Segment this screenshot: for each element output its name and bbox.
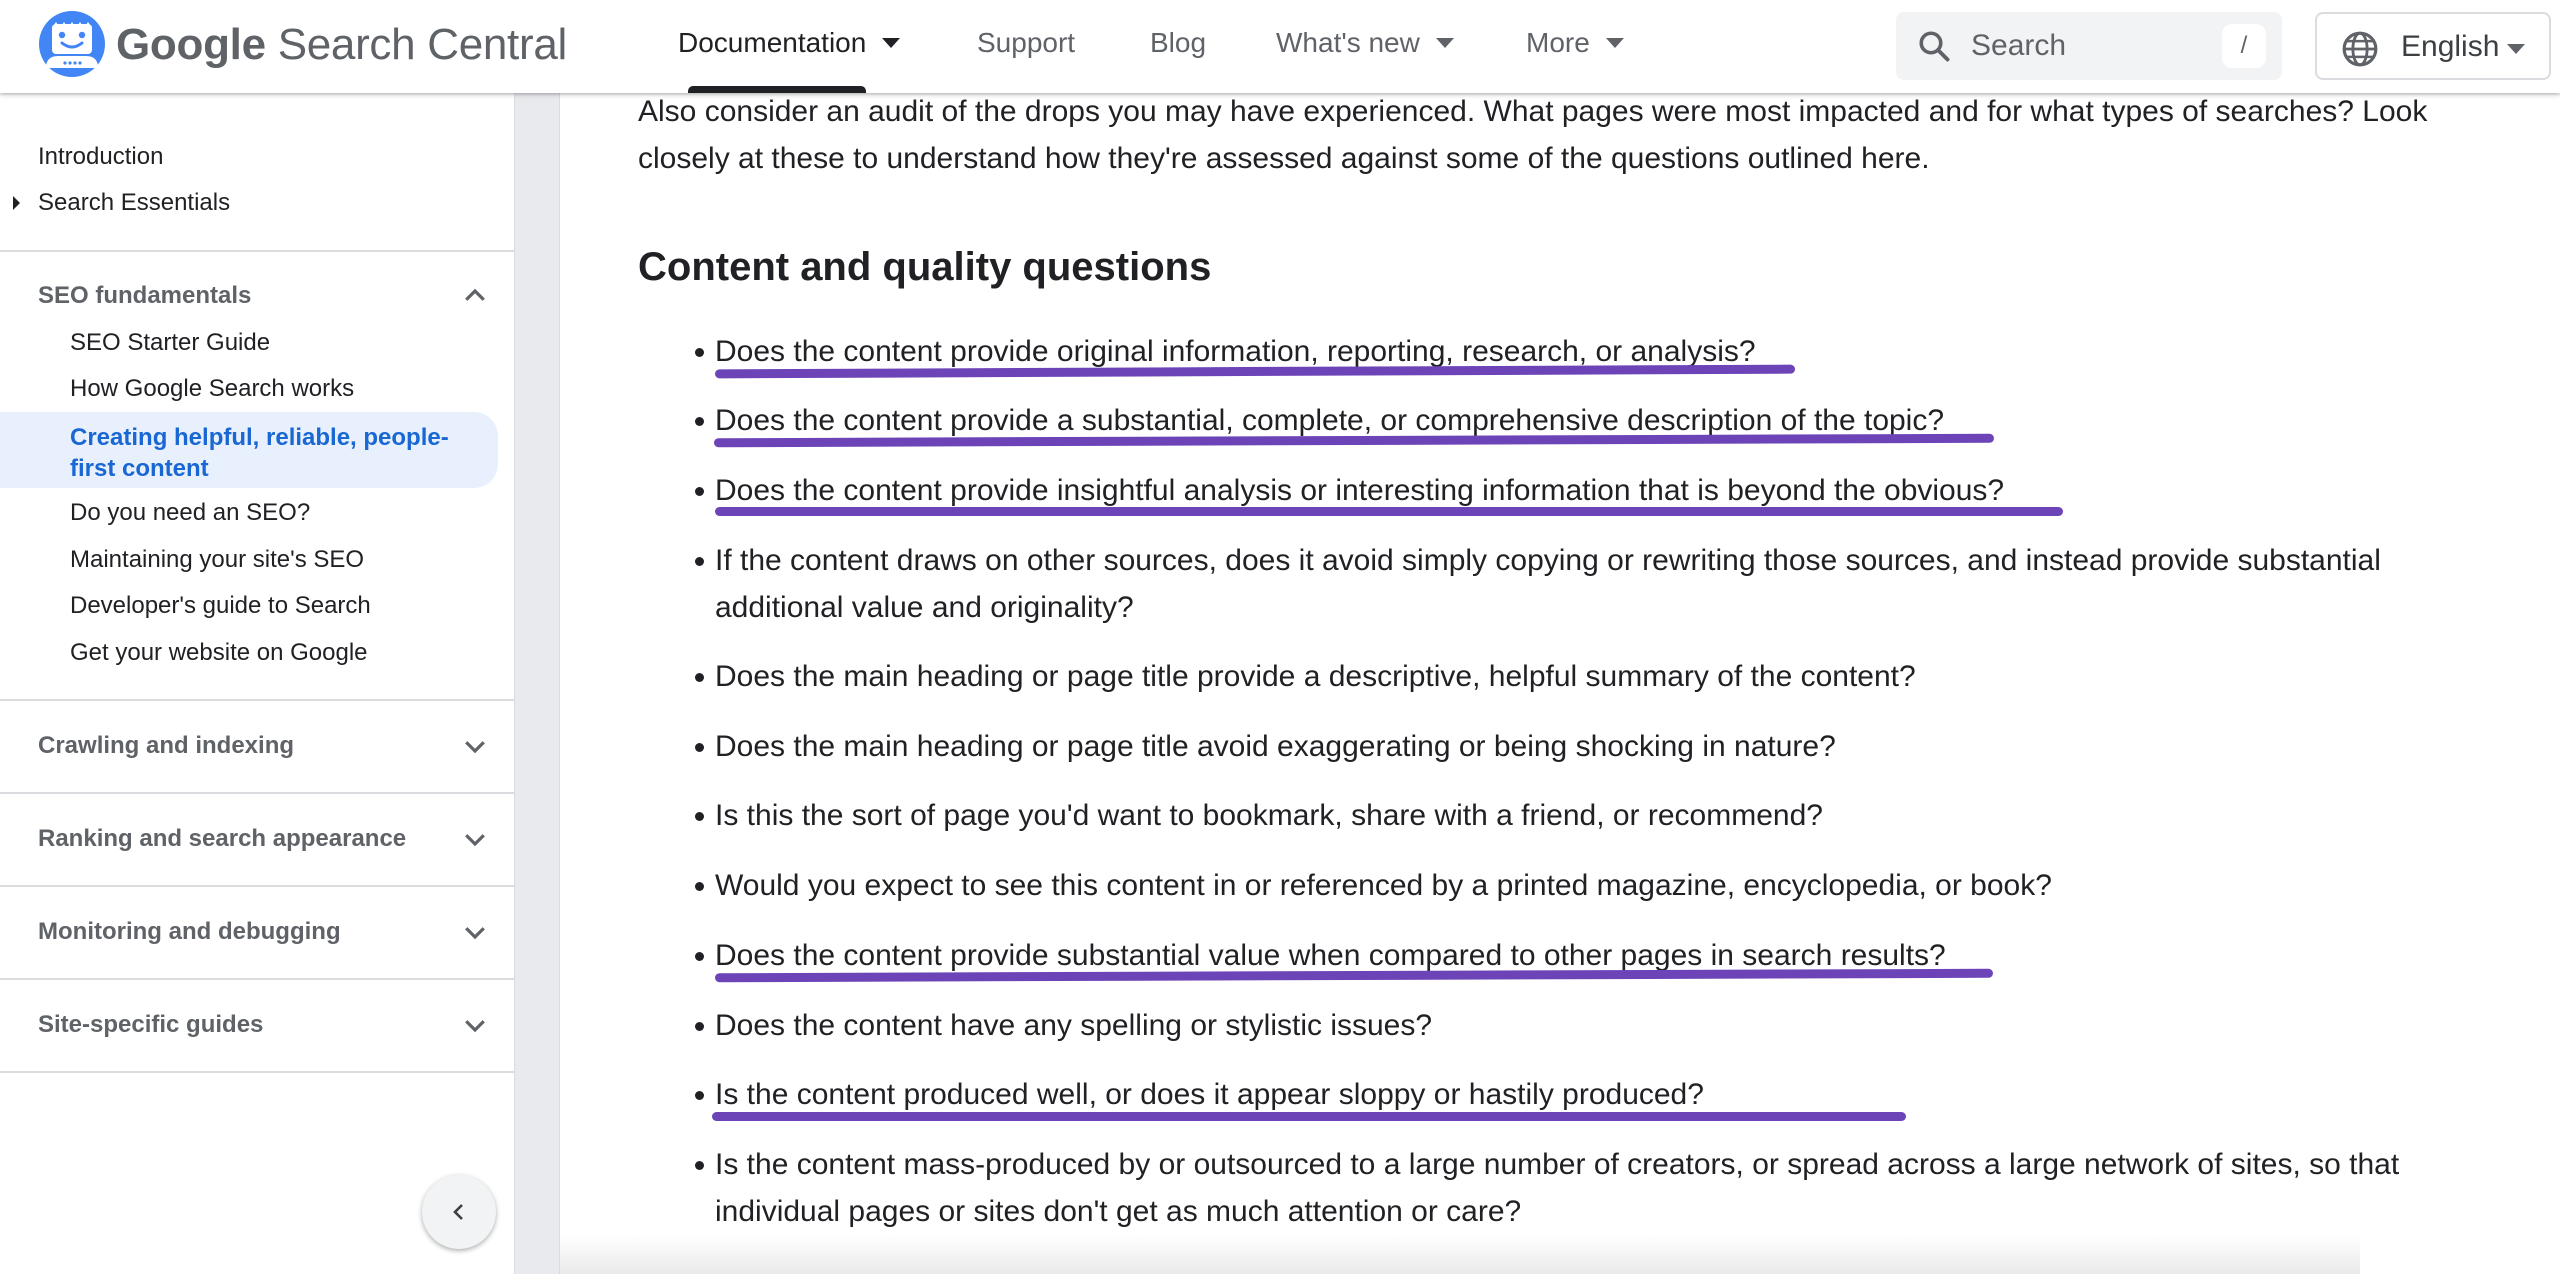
search-box[interactable]: / <box>1896 12 2282 80</box>
question-item: Does the content have any spelling or st… <box>695 1002 2505 1049</box>
expand-arrow-icon[interactable] <box>13 196 20 210</box>
sidebar-item-introduction[interactable]: Introduction <box>38 143 163 171</box>
search-central-logo-icon[interactable] <box>38 10 106 78</box>
sidebar-nav: Introduction Search Essentials SEO funda… <box>0 93 514 1274</box>
section-heading: Content and quality questions <box>638 245 1212 289</box>
collapse-sidebar-button[interactable] <box>422 1175 496 1249</box>
question-item: Is the content mass-produced by or outso… <box>695 1141 2505 1235</box>
sidebar-section-monitoring-debugging[interactable]: Monitoring and debugging <box>38 918 341 946</box>
nav-blog-label: Blog <box>1150 27 1207 58</box>
highlight-underline <box>715 507 2063 516</box>
caret-down-icon <box>882 37 901 48</box>
question-item: Does the main heading or page title avoi… <box>695 723 2505 770</box>
chevron-left-icon <box>453 1204 463 1220</box>
caret-down-icon <box>1435 37 1454 48</box>
question-item: If the content draws on other sources, d… <box>695 537 2505 631</box>
highlight-underline <box>712 1112 1906 1121</box>
nav-more[interactable]: More <box>1526 27 1624 59</box>
sidebar-item-get-website-on-google[interactable]: Get your website on Google <box>70 639 368 667</box>
sidebar-section-seo-fundamentals[interactable]: SEO fundamentals <box>38 282 251 310</box>
nav-documentation-label: Documentation <box>678 27 867 58</box>
nav-whats-new-label: What's new <box>1276 27 1420 58</box>
nav-blog[interactable]: Blog <box>1150 27 1206 59</box>
nav-support[interactable]: Support <box>977 27 1075 59</box>
sidebar-item-developers-guide[interactable]: Developer's guide to Search <box>70 592 371 620</box>
sidebar-item-how-search-works[interactable]: How Google Search works <box>70 375 354 403</box>
sidebar-section-crawling-indexing[interactable]: Crawling and indexing <box>38 732 294 760</box>
chevron-down-icon[interactable] <box>460 917 490 947</box>
search-input[interactable] <box>1971 12 2201 80</box>
sidebar-section-site-specific-guides[interactable]: Site-specific guides <box>38 1011 263 1039</box>
main-content: Also consider an audit of the drops you … <box>560 93 2560 1274</box>
language-label: English <box>2401 30 2500 63</box>
sidebar-gutter <box>514 93 560 1274</box>
brand-title[interactable]: Google Search Central <box>116 20 567 70</box>
nav-documentation[interactable]: Documentation <box>678 27 901 59</box>
brand-search-central: Search Central <box>265 20 568 69</box>
sidebar-section-ranking-appearance[interactable]: Ranking and search appearance <box>38 825 406 853</box>
sidebar-divider <box>0 978 514 980</box>
question-item: Is the content produced well, or does it… <box>695 1071 2505 1118</box>
search-icon <box>1919 31 1950 62</box>
nav-whats-new[interactable]: What's new <box>1276 27 1454 59</box>
sidebar-item-seo-starter-guide[interactable]: SEO Starter Guide <box>70 329 270 357</box>
sidebar-item-do-you-need-seo[interactable]: Do you need an SEO? <box>70 499 310 527</box>
sidebar-divider <box>0 1071 514 1073</box>
sidebar-item-helpful-content[interactable]: Creating helpful, reliable, people-first… <box>70 422 470 484</box>
sidebar-divider <box>0 699 514 701</box>
active-nav-indicator <box>688 86 866 93</box>
nav-more-label: More <box>1526 27 1590 58</box>
top-header: Google Search Central Documentation Supp… <box>0 0 2560 93</box>
question-item: Would you expect to see this content in … <box>695 862 2505 909</box>
sidebar-item-maintaining-seo[interactable]: Maintaining your site's SEO <box>70 546 364 574</box>
search-shortcut-hint: / <box>2222 24 2266 68</box>
chevron-down-icon[interactable] <box>460 824 490 854</box>
sidebar-divider <box>0 792 514 794</box>
sidebar-divider <box>0 250 514 252</box>
question-item: Is this the sort of page you'd want to b… <box>695 792 2505 839</box>
globe-icon <box>2342 31 2378 67</box>
chevron-down-icon[interactable] <box>460 731 490 761</box>
chevron-up-icon[interactable] <box>460 281 490 311</box>
nav-support-label: Support <box>977 27 1076 58</box>
sidebar-divider <box>0 885 514 887</box>
caret-down-icon <box>2507 44 2525 54</box>
language-selector[interactable]: English <box>2315 12 2551 80</box>
intro-paragraph: Also consider an audit of the drops you … <box>638 95 2428 175</box>
chevron-down-icon[interactable] <box>460 1010 490 1040</box>
bottom-shadow <box>560 1234 2360 1274</box>
question-item: Does the main heading or page title prov… <box>695 653 2505 700</box>
brand-google: Google <box>116 20 266 69</box>
sidebar-item-search-essentials[interactable]: Search Essentials <box>38 189 230 217</box>
caret-down-icon <box>1605 37 1624 48</box>
